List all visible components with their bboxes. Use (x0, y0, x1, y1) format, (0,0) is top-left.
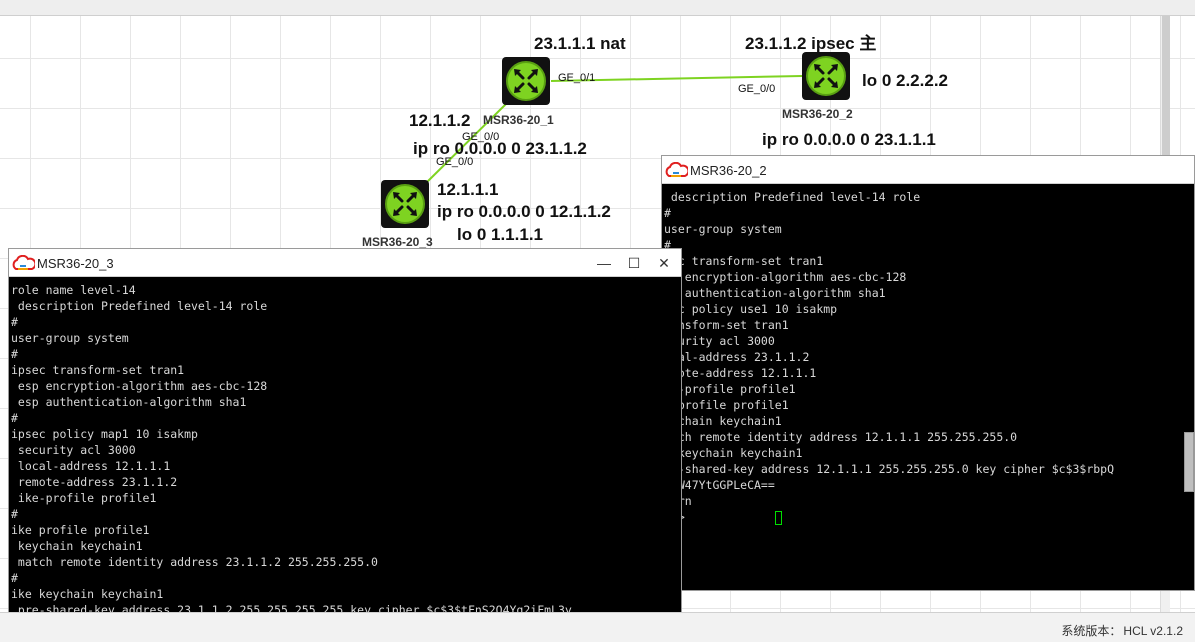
terminal-line: # (11, 411, 18, 425)
hcl-cloud-icon (665, 162, 688, 177)
note-r3-route: ip ro 0.0.0.0 0 12.1.1.2 (437, 202, 611, 221)
terminal-line: # (11, 315, 18, 329)
arrows-icon (393, 192, 417, 216)
router-msr36-20-3[interactable] (381, 180, 429, 228)
maximize-button[interactable]: ☐ (619, 249, 649, 277)
arrows-icon (514, 69, 538, 93)
terminal-line: e keychain keychain1 (664, 446, 803, 460)
terminal-line: # (664, 238, 671, 252)
router-msr36-20-2[interactable] (802, 52, 850, 100)
terminal-line: ike keychain keychain1 (11, 587, 164, 601)
terminal-line: user-group system (11, 331, 129, 345)
terminal-line: sec transform-set tran1 (664, 254, 824, 268)
terminal-line: re-shared-key address 12.1.1.1 255.255.2… (664, 462, 1115, 476)
arrows-icon (814, 64, 838, 88)
terminal-line: eychain keychain1 (664, 414, 782, 428)
close-button[interactable]: ✕ (649, 249, 679, 277)
terminal-output[interactable]: description Predefined level-14 role # use… (662, 185, 1194, 590)
terminal-line: ike-profile profile1 (11, 491, 157, 505)
terminal-line: ike profile profile1 (11, 523, 150, 537)
terminal-output[interactable]: role name level-14 description Predefine… (9, 278, 681, 641)
terminal-line: ipsec policy map1 10 isakmp (11, 427, 198, 441)
terminal-line: local-address 12.1.1.1 (11, 459, 171, 473)
terminal-line: e profile profile1 (664, 398, 789, 412)
terminal-line: ecurity acl 3000 (664, 334, 775, 348)
terminal-line: security acl 3000 (11, 443, 136, 457)
terminal-line: description Predefined level-14 role (11, 299, 268, 313)
version-value: HCL v2.1.2 (1123, 624, 1183, 638)
terminal-line: emote-address 12.1.1.1 (664, 366, 817, 380)
terminal-window-msr36-20-3[interactable]: MSR36-20_3 — ☐ ✕ role name level-14 desc… (8, 248, 682, 642)
note-r2-ipsec: 23.1.1.2 ipsec 主 (745, 34, 877, 53)
terminal-line: esp authentication-algorithm sha1 (11, 395, 247, 409)
terminal-cursor (774, 510, 782, 525)
terminal-window-msr36-20-2[interactable]: MSR36-20_2 description Predefined level-… (661, 155, 1195, 591)
terminal-line: user-group system (664, 222, 782, 236)
note-r3-loopback: lo 0 1.1.1.1 (457, 225, 543, 244)
terminal-line: ransform-set tran1 (664, 318, 789, 332)
terminal-line: # (11, 507, 18, 521)
terminal-line: ipsec transform-set tran1 (11, 363, 185, 377)
terminal-titlebar[interactable]: MSR36-20_2 (662, 156, 1194, 184)
terminal-line: gGW47YtGGPLeCA== (664, 478, 775, 492)
status-bar: 系统版本： HCL v2.1.2 (0, 612, 1195, 642)
terminal-title: MSR36-20_2 (690, 163, 767, 178)
terminal-scrollbar-thumb[interactable] (1184, 432, 1194, 492)
note-r2-loopback: lo 0 2.2.2.2 (862, 71, 948, 90)
note-r1-nat: 23.1.1.1 nat (534, 34, 626, 53)
note-r1-inside-ip: 12.1.1.2 (409, 111, 471, 130)
minimize-button[interactable]: — (589, 249, 619, 277)
top-toolbar (0, 0, 1195, 16)
terminal-line: # (11, 571, 18, 585)
hcl-cloud-icon (12, 255, 35, 270)
terminal-line: turn (664, 493, 1194, 509)
terminal-line: # (11, 347, 18, 361)
terminal-titlebar[interactable]: MSR36-20_3 — ☐ ✕ (9, 249, 681, 277)
port-label-r2-ge00: GE_0/0 (738, 83, 776, 95)
device-name-r3: MSR36-20_3 (362, 235, 433, 249)
terminal-line: esp encryption-algorithm aes-cbc-128 (11, 379, 268, 393)
terminal-line: sec policy use1 10 isakmp (664, 302, 838, 316)
terminal-title: MSR36-20_3 (37, 256, 114, 271)
device-name-r1: MSR36-20_1 (483, 113, 554, 127)
terminal-line: description Predefined level-14 role (664, 190, 921, 204)
version-info: 系统版本： HCL v2.1.2 (1061, 622, 1183, 639)
terminal-line: sp authentication-algorithm sha1 (664, 286, 886, 300)
terminal-line: ocal-address 23.1.1.2 (664, 350, 810, 364)
port-label-r1-ge01: GE_0/1 (558, 72, 596, 84)
terminal-line: BC> (664, 509, 1194, 525)
terminal-line: atch remote identity address 12.1.1.1 25… (664, 430, 1018, 444)
note-r2-route: ip ro 0.0.0.0 0 23.1.1.1 (762, 130, 936, 149)
terminal-line: sp encryption-algorithm aes-cbc-128 (664, 270, 907, 284)
terminal-line: keychain keychain1 (11, 539, 143, 553)
note-r3-ip: 12.1.1.1 (437, 180, 499, 199)
device-name-r2: MSR36-20_2 (782, 107, 853, 121)
terminal-line: # (664, 206, 671, 220)
router-msr36-20-1[interactable] (502, 57, 550, 105)
terminal-line: ke-profile profile1 (664, 382, 796, 396)
note-r1-route: ip ro 0.0.0.0 0 23.1.1.2 (413, 139, 587, 158)
terminal-line: match remote identity address 23.1.1.2 2… (11, 555, 378, 569)
terminal-line: remote-address 23.1.1.2 (11, 475, 178, 489)
version-label: 系统版本： (1061, 624, 1122, 638)
terminal-line: role name level-14 (11, 283, 136, 297)
